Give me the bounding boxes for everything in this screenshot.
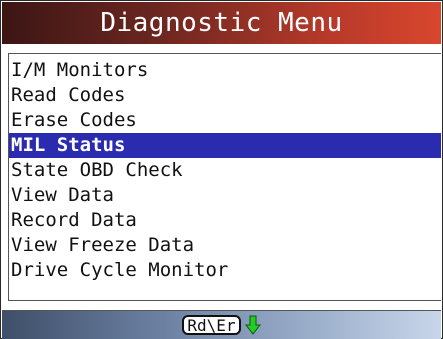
title-bar: Diagnostic Menu [2, 2, 441, 44]
down-arrow-icon-graphic [244, 315, 261, 335]
footer-content: Rd\Er [2, 311, 441, 339]
menu-item-drive-cycle-monitor[interactable]: Drive Cycle Monitor [9, 258, 441, 283]
menu-area: I/M Monitors Read Codes Erase Codes MIL … [2, 45, 441, 309]
menu-panel: I/M Monitors Read Codes Erase Codes MIL … [8, 53, 441, 301]
menu-item-read-codes[interactable]: Read Codes [9, 83, 441, 108]
menu-item-state-obd-check[interactable]: State OBD Check [9, 158, 441, 183]
footer-bar: Rd\Er [2, 310, 441, 339]
down-arrow-icon[interactable] [244, 315, 261, 335]
menu-item-view-freeze-data[interactable]: View Freeze Data [9, 233, 441, 258]
page-title: Diagnostic Menu [100, 8, 343, 38]
menu-list: I/M Monitors Read Codes Erase Codes MIL … [9, 58, 441, 283]
menu-item-im-monitors[interactable]: I/M Monitors [9, 58, 441, 83]
menu-item-mil-status[interactable]: MIL Status [9, 133, 441, 158]
menu-item-view-data[interactable]: View Data [9, 183, 441, 208]
rd-er-key-button[interactable]: Rd\Er [182, 315, 241, 335]
menu-item-erase-codes[interactable]: Erase Codes [9, 108, 441, 133]
screen-frame: Diagnostic Menu I/M Monitors Read Codes … [0, 0, 443, 339]
menu-item-record-data[interactable]: Record Data [9, 208, 441, 233]
